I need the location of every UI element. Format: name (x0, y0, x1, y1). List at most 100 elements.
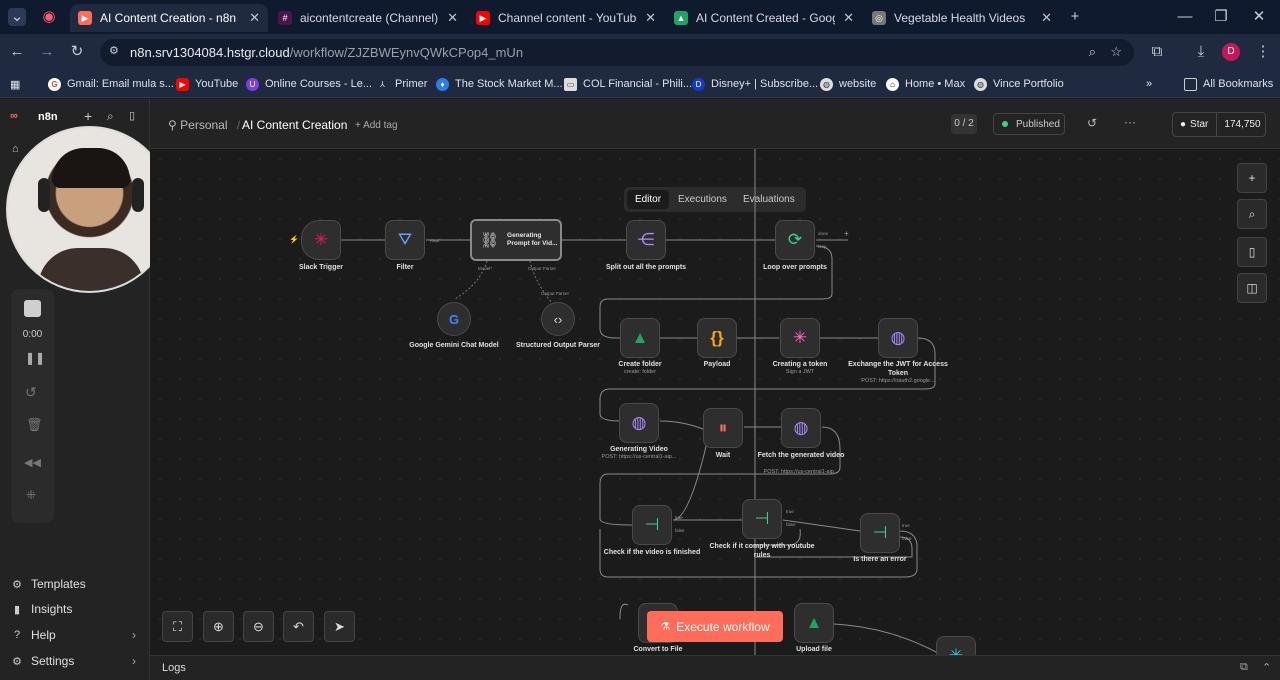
tab-youtube-studio[interactable]: ▶ Channel content - YouTube Stu ✕ (468, 4, 664, 32)
more-options-icon[interactable]: ··· (1124, 115, 1136, 129)
node-check-rules[interactable]: ⊣ (742, 499, 782, 539)
execute-workflow-button[interactable]: ⚗ Execute workflow (647, 611, 783, 642)
bookmark-gmail[interactable]: G Gmail: Email mula s... (48, 76, 174, 92)
chevron-up-icon[interactable]: ⌃ (1262, 661, 1271, 674)
port-label: true (675, 515, 683, 520)
node-filter[interactable]: ⛛ (385, 220, 425, 260)
node-create-folder[interactable]: ▲ (620, 318, 660, 358)
zoom-icon[interactable]: ⌕ (1089, 44, 1096, 60)
address-bar[interactable]: ⚙ n8n.srv1304084.hstgr.cloud/workflow/ZJ… (100, 39, 1134, 66)
maximize-icon[interactable]: ❐ (1212, 8, 1230, 26)
published-status[interactable]: Published (993, 113, 1065, 135)
workflow-name[interactable]: AI Content Creation (242, 118, 347, 132)
close-icon[interactable]: ✕ (645, 10, 656, 26)
bookmark-vince-portfolio[interactable]: ◍ Vince Portfolio (974, 76, 1064, 92)
pause-icon[interactable]: ❚❚ (25, 351, 45, 365)
bookmark-website[interactable]: ◍ website (820, 76, 876, 92)
tab-vegetable-health[interactable]: ◎ Vegetable Health Videos ✕ (864, 4, 1060, 32)
sidebar-item-settings[interactable]: ⚙ Settings (10, 654, 74, 668)
apps-icon[interactable]: ▦ (10, 76, 20, 92)
node-loop[interactable]: ⟳ (775, 220, 815, 260)
sidebar-item-help[interactable]: ? Help (10, 628, 56, 642)
tab-aicontentcreate[interactable]: # aicontentcreate (Channel) - AIC ✕ (270, 4, 466, 32)
bookmarks-overflow-icon[interactable]: » (1146, 76, 1152, 92)
node-check-finished[interactable]: ⊣ (632, 505, 672, 545)
grid-icon[interactable]: ⁜ (26, 488, 36, 502)
node-gemini-model[interactable]: G (437, 302, 471, 336)
close-icon[interactable]: ✕ (843, 10, 854, 26)
zoom-in-button[interactable]: ⊕ (203, 611, 234, 642)
history-icon[interactable]: ↺ (1087, 116, 1097, 130)
site-info-icon[interactable]: ⚙ (109, 44, 119, 57)
trash-icon[interactable]: 🗑 (26, 417, 43, 433)
node-output-parser[interactable]: ‹› (541, 302, 575, 336)
google-drive-icon: ▲ (805, 613, 823, 632)
bookmark-col-financial[interactable]: ▭ COL Financial - Phili... (564, 76, 692, 92)
search-nodes-button[interactable]: ⌕ (1237, 199, 1267, 229)
collapse-sidebar-icon[interactable]: ▯ (129, 109, 135, 122)
globe-icon: ◍ (631, 413, 647, 432)
restart-icon[interactable]: ↺ (25, 384, 37, 401)
node-payload[interactable]: {} (697, 318, 737, 358)
node-slack-trigger[interactable]: ✳ (301, 220, 341, 260)
download-icon[interactable]: ⤓ (1192, 43, 1210, 61)
window-close-icon[interactable]: ✕ (1250, 8, 1268, 26)
workflow-counter[interactable]: 0 / 2 (951, 114, 977, 134)
bookmark-home-max[interactable]: ⌂ Home • Max (886, 76, 965, 92)
fit-view-button[interactable]: ⛶ (162, 611, 193, 642)
bookmark-online-courses[interactable]: U Online Courses - Le... (246, 76, 372, 92)
close-icon[interactable]: ✕ (447, 10, 458, 26)
node-fetch-video[interactable]: ◍ (781, 408, 821, 448)
logs-bar[interactable]: Logs ⧉ ⌃ (150, 655, 1280, 680)
port-label: done (818, 231, 829, 236)
node-is-error[interactable]: ⊣ (860, 513, 900, 553)
node-upload-file[interactable]: ▲ (794, 603, 834, 643)
node-exchange-jwt[interactable]: ◍ (878, 318, 918, 358)
node-generating-prompt[interactable]: ⛓ Generating Prompt for Vid... (470, 219, 562, 261)
node-slack[interactable]: ✳ (936, 636, 976, 655)
add-connection-icon[interactable]: + (844, 229, 849, 238)
sidebar-item-templates[interactable]: ⚙ Templates (10, 577, 86, 591)
node-split-out[interactable]: ⋲ (626, 220, 666, 260)
bookmark-stock-market[interactable]: ♦ The Stock Market M... (436, 76, 563, 92)
add-node-button[interactable]: + (1237, 163, 1267, 193)
github-star-button[interactable]: ● Star 174,750 (1172, 112, 1266, 137)
bookmark-disney[interactable]: D Disney+ | Subscribe... (692, 76, 818, 92)
panel-toggle-button[interactable]: ◫ (1237, 273, 1267, 303)
undo-button[interactable]: ↶ (283, 611, 314, 642)
tidy-up-button[interactable]: ➤ (324, 611, 355, 642)
stop-recording-button[interactable] (24, 300, 41, 317)
recording-icon[interactable]: ◉ (40, 8, 58, 26)
node-wait[interactable]: ⏸ (703, 408, 743, 448)
close-icon[interactable]: ✕ (1041, 10, 1052, 26)
bookmark-youtube[interactable]: ▶ YouTube (176, 76, 238, 92)
home-icon[interactable]: ⌂ (12, 143, 19, 155)
sidebar-item-insights[interactable]: ▮ Insights (10, 602, 72, 616)
zoom-out-button[interactable]: ⊖ (243, 611, 274, 642)
back-icon[interactable]: ← (8, 43, 26, 61)
profile-avatar[interactable]: D (1222, 43, 1240, 61)
node-creating-token[interactable]: ✳ (780, 318, 820, 358)
bookmark-primer[interactable]: ⅄ Primer (376, 76, 427, 92)
workflow-canvas[interactable]: Editor Executions Evaluations ✳ Slack Tr… (150, 149, 1280, 655)
breadcrumb-project[interactable]: Personal (180, 118, 227, 132)
reload-icon[interactable]: ↻ (68, 43, 86, 61)
sticky-note-button[interactable]: ▯ (1237, 237, 1267, 267)
tab-search-icon[interactable]: ⌄ (8, 8, 26, 26)
add-tag-button[interactable]: + Add tag (355, 120, 398, 131)
extensions-icon[interactable]: ⧉ (1148, 43, 1166, 61)
close-icon[interactable]: ✕ (249, 10, 260, 26)
bookmark-star-icon[interactable]: ☆ (1110, 44, 1122, 60)
node-generating-video[interactable]: ◍ (619, 403, 659, 443)
minimize-icon[interactable]: — (1176, 8, 1194, 26)
rewind-icon[interactable]: ◀◀ (24, 456, 41, 469)
all-bookmarks[interactable]: All Bookmarks (1184, 76, 1273, 92)
search-icon[interactable]: ⌕ (107, 109, 114, 124)
tab-google-drive[interactable]: ▲ AI Content Created - Google Dr ✕ (666, 4, 862, 32)
new-tab-icon[interactable]: + (1066, 8, 1084, 26)
pop-out-icon[interactable]: ⧉ (1240, 661, 1248, 674)
add-icon[interactable]: + (84, 108, 92, 124)
forward-icon[interactable]: → (38, 43, 56, 61)
tab-ai-content-creation[interactable]: ▶ AI Content Creation - n8n ✕ (70, 4, 268, 32)
menu-icon[interactable]: ⋮ (1254, 43, 1272, 61)
